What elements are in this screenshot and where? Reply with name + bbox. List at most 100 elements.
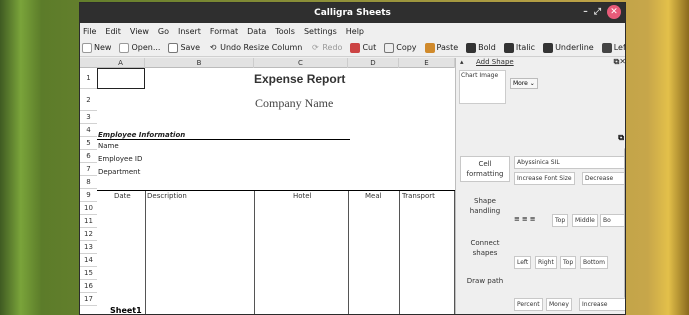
docker-close-icon[interactable]: ⧉✕ xyxy=(614,57,625,67)
valign-bottom-button[interactable]: Bo xyxy=(600,214,625,227)
tool-docker: ▴ Add Shape ⧉✕ Chart Image More ⌄ ⧉ Cell… xyxy=(455,57,625,314)
menu-tools[interactable]: Tools xyxy=(275,27,295,36)
row-header-17[interactable]: 17 xyxy=(80,293,97,306)
row-header-11[interactable]: 11 xyxy=(80,215,97,228)
row-header-10[interactable]: 10 xyxy=(80,202,97,215)
border-top-button[interactable]: Top xyxy=(560,256,577,269)
row-header-6[interactable]: 6 xyxy=(80,150,97,163)
docker-float-icon[interactable]: ⧉ xyxy=(618,133,624,143)
bold-icon xyxy=(466,42,477,53)
field-name: Name xyxy=(98,142,119,150)
open-button[interactable]: Open... xyxy=(119,42,160,53)
row-header-2[interactable]: 2 xyxy=(80,89,97,111)
column-divider xyxy=(348,191,349,314)
money-format-button[interactable]: Money xyxy=(546,298,572,311)
new-label: New xyxy=(94,43,112,52)
row-header-5[interactable]: 5 xyxy=(80,137,97,150)
italic-button[interactable]: Italic xyxy=(503,42,536,53)
header-date: Date xyxy=(114,192,131,200)
increase-precision-button[interactable]: Increase xyxy=(579,298,625,311)
tab-shape-handling[interactable]: Shape handling xyxy=(460,196,510,216)
cut-icon xyxy=(350,42,361,53)
decrease-font-button[interactable]: Decrease xyxy=(582,172,625,185)
copy-button[interactable]: Copy xyxy=(384,42,417,53)
underline-button[interactable]: Underline xyxy=(543,42,594,53)
row-header-13[interactable]: 13 xyxy=(80,241,97,254)
collapse-icon[interactable]: ▴ xyxy=(460,58,464,66)
new-document-icon xyxy=(82,42,92,53)
maximize-icon[interactable]: ⤢ xyxy=(594,7,601,17)
menu-settings[interactable]: Settings xyxy=(304,27,337,36)
row-header-16[interactable]: 16 xyxy=(80,280,97,293)
minimize-icon[interactable]: – xyxy=(583,7,588,17)
undo-button[interactable]: ⟲ Undo Resize Column xyxy=(208,42,303,53)
docker-scrollbar[interactable] xyxy=(624,148,625,298)
tab-cell-formatting[interactable]: Cell formatting xyxy=(460,156,510,182)
more-dropdown[interactable]: More ⌄ xyxy=(510,78,538,89)
undo-icon: ⟲ xyxy=(209,42,217,52)
increase-font-button[interactable]: Increase Font Size xyxy=(514,172,575,185)
save-button[interactable]: Save xyxy=(168,42,200,53)
align-left-icon[interactable]: ≡ xyxy=(514,215,520,223)
spreadsheet-grid[interactable]: A B C D E 1 2 3 4 5 6 7 8 9 10 11 12 13 … xyxy=(80,58,455,314)
align-center-icon[interactable]: ≡ xyxy=(522,215,528,223)
chart-image-shape[interactable]: Chart Image xyxy=(459,70,506,104)
border-bottom-button[interactable]: Bottom xyxy=(580,256,609,269)
close-icon[interactable]: ✕ xyxy=(607,5,621,19)
selected-cell[interactable] xyxy=(97,68,145,89)
menu-insert[interactable]: Insert xyxy=(178,27,201,36)
paste-button[interactable]: Paste xyxy=(424,42,458,53)
menu-edit[interactable]: Edit xyxy=(105,27,121,36)
paste-icon xyxy=(424,42,435,53)
tab-draw-path[interactable]: Draw path xyxy=(460,276,510,286)
row-header-15[interactable]: 15 xyxy=(80,267,97,280)
undo-label: Undo Resize Column xyxy=(220,43,303,52)
bold-button[interactable]: Bold xyxy=(466,42,496,53)
cut-label: Cut xyxy=(362,43,377,52)
valign-top-button[interactable]: Top xyxy=(552,214,569,227)
new-button[interactable]: New xyxy=(82,42,112,53)
column-header-e[interactable]: E xyxy=(399,58,455,68)
underline-icon xyxy=(543,42,554,53)
font-name-field[interactable]: Abyssinica SIL xyxy=(514,156,625,169)
tab-connect-shapes[interactable]: Connect shapes xyxy=(460,238,510,258)
column-header-d[interactable]: D xyxy=(348,58,399,68)
menu-data[interactable]: Data xyxy=(247,27,266,36)
align-right-icon[interactable]: ≡ xyxy=(530,215,536,223)
border-right-button[interactable]: Right xyxy=(535,256,557,269)
column-header-c[interactable]: C xyxy=(254,58,348,68)
bold-label: Bold xyxy=(478,43,496,52)
company-name: Company Name xyxy=(255,96,334,110)
row-header-1[interactable]: 1 xyxy=(80,68,97,89)
redo-button[interactable]: ⟳ Redo xyxy=(310,43,342,53)
field-employee-id: Employee ID xyxy=(98,155,143,163)
row-header-12[interactable]: 12 xyxy=(80,228,97,241)
window-title: Calligra Sheets xyxy=(314,8,391,18)
menu-view[interactable]: View xyxy=(130,27,149,36)
valign-middle-button[interactable]: Middle xyxy=(572,214,598,227)
title-bar: Calligra Sheets – ⤢ ✕ xyxy=(80,3,625,23)
menu-help[interactable]: Help xyxy=(346,27,364,36)
cell-area[interactable]: Expense Report Company Name Employee Inf… xyxy=(97,68,455,314)
menu-go[interactable]: Go xyxy=(158,27,169,36)
column-header-b[interactable]: B xyxy=(145,58,254,68)
row-header-7[interactable]: 7 xyxy=(80,163,97,176)
row-header-3[interactable]: 3 xyxy=(80,111,97,124)
column-divider xyxy=(145,191,146,314)
row-header-4[interactable]: 4 xyxy=(80,124,97,137)
row-header-14[interactable]: 14 xyxy=(80,254,97,267)
row-header-9[interactable]: 9 xyxy=(80,189,97,202)
menu-file[interactable]: File xyxy=(83,27,96,36)
menu-format[interactable]: Format xyxy=(210,27,238,36)
percent-format-button[interactable]: Percent xyxy=(514,298,543,311)
column-header-a[interactable]: A xyxy=(97,58,145,68)
italic-label: Italic xyxy=(515,43,536,52)
sheet-tab[interactable]: Sheet1 xyxy=(110,306,142,314)
toolbar: New Open... Save ⟲ Undo Resize Column ⟳ Re… xyxy=(80,39,625,57)
cut-button[interactable]: Cut xyxy=(350,42,377,53)
column-divider xyxy=(399,191,400,314)
border-left-button[interactable]: Left xyxy=(514,256,532,269)
row-header-8[interactable]: 8 xyxy=(80,176,97,189)
align-left-button[interactable]: Left xyxy=(601,42,625,53)
copy-icon xyxy=(384,42,395,53)
